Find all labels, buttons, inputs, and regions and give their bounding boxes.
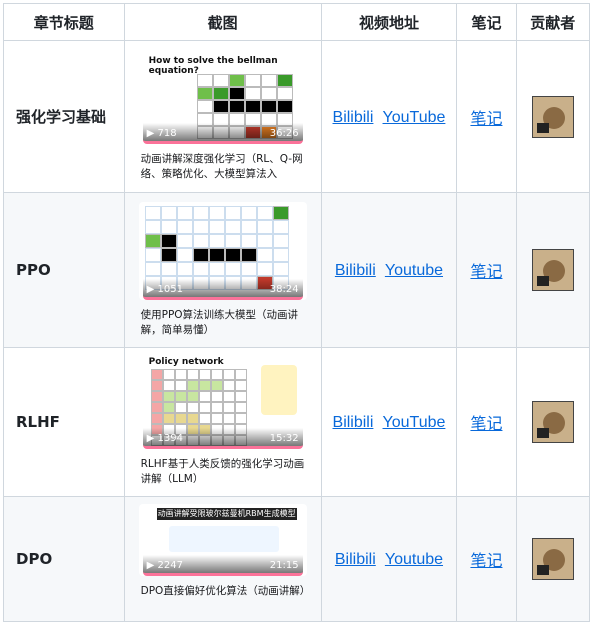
thumbnail-title: How to solve the bellman equation? <box>148 55 278 76</box>
bilibili-link[interactable]: Bilibili <box>333 109 374 126</box>
video-card[interactable]: 动画讲解受限玻尔兹曼机RBM生成模型 ▶ 2247 21:15 DPO直接偏好优… <box>138 504 307 614</box>
video-duration: 21:15 <box>269 560 299 571</box>
contributor-avatar[interactable] <box>531 95 574 138</box>
screenshot-cell: ▶ 1051 38:24 使用PPO算法训练大模型（动画讲解，简单易懂） <box>123 192 322 348</box>
video-caption[interactable]: 动画讲解深度强化学习（RL、Q-网络、策略优化、大模型算法入 <box>139 152 307 182</box>
notes-cell: 笔记 <box>456 496 517 622</box>
table-row: RLHF Policy network ▶ 1394 15:32 RLHF基于人… <box>3 347 591 497</box>
video-links-cell: Bilibili YouTube <box>320 347 458 497</box>
contributor-avatar[interactable] <box>531 249 574 291</box>
contributor-cell <box>515 192 591 348</box>
chapter-title: RLHF <box>3 347 125 497</box>
notes-link[interactable]: 笔记 <box>470 264 502 281</box>
youtube-link[interactable]: YouTube <box>383 414 446 431</box>
thumbnail-title: Policy network <box>148 357 224 367</box>
video-card[interactable]: ▶ 1051 38:24 使用PPO算法训练大模型（动画讲解，简单易懂） <box>138 202 307 338</box>
bilibili-link[interactable]: Bilibili <box>335 551 376 568</box>
contributor-avatar[interactable] <box>531 401 574 443</box>
play-count: ▶ 718 <box>146 127 177 139</box>
video-caption[interactable]: RLHF基于人类反馈的强化学习动画讲解（LLM） <box>139 457 307 487</box>
header-chapter: 章节标题 <box>3 3 125 41</box>
header-video: 视频地址 <box>320 3 458 41</box>
video-thumbnail[interactable]: How to solve the bellman equation? ▶ 718… <box>138 51 307 144</box>
screenshot-cell: How to solve the bellman equation? ▶ 718… <box>123 40 322 193</box>
video-duration: 38:24 <box>269 284 299 295</box>
notes-link[interactable]: 笔记 <box>470 416 502 433</box>
chapter-title: 强化学习基础 <box>3 40 125 193</box>
video-card[interactable]: How to solve the bellman equation? ▶ 718… <box>138 51 307 182</box>
video-thumbnail[interactable]: ▶ 1051 38:24 <box>138 202 307 300</box>
video-duration: 15:32 <box>269 433 299 444</box>
video-links-cell: Bilibili Youtube <box>320 496 458 622</box>
contributor-cell <box>515 40 591 193</box>
screenshot-cell: 动画讲解受限玻尔兹曼机RBM生成模型 ▶ 2247 21:15 DPO直接偏好优… <box>123 496 322 622</box>
notes-link[interactable]: 笔记 <box>470 553 502 570</box>
notes-cell: 笔记 <box>456 347 517 497</box>
play-count: ▶ 2247 <box>146 560 183 571</box>
rlhf-badge-image <box>260 365 297 415</box>
play-count: ▶ 1051 <box>146 284 183 295</box>
contributor-avatar[interactable] <box>531 538 574 580</box>
notes-cell: 笔记 <box>456 40 517 193</box>
contributor-cell <box>515 496 591 622</box>
video-thumbnail[interactable]: 动画讲解受限玻尔兹曼机RBM生成模型 ▶ 2247 21:15 <box>138 504 307 576</box>
gridworld-image <box>144 206 289 290</box>
video-duration: 36:26 <box>269 127 299 139</box>
youtube-link[interactable]: Youtube <box>385 262 443 279</box>
diagram-image <box>168 526 279 552</box>
youtube-link[interactable]: YouTube <box>383 109 446 126</box>
chapter-title: DPO <box>3 496 125 622</box>
header-screenshot: 截图 <box>123 3 322 41</box>
youtube-link[interactable]: Youtube <box>385 551 443 568</box>
table-row: PPO ▶ 1051 38:24 使用PPO算法训练大模型（动画讲解，简单易懂）… <box>3 192 591 348</box>
header-row: 章节标题 截图 视频地址 笔记 贡献者 <box>3 3 591 41</box>
video-links-cell: Bilibili Youtube <box>320 192 458 348</box>
video-thumbnail[interactable]: Policy network ▶ 1394 15:32 <box>138 357 307 449</box>
table-row: 强化学习基础 How to solve the bellman equation… <box>3 40 591 193</box>
table-row: DPO 动画讲解受限玻尔兹曼机RBM生成模型 ▶ 2247 21:15 DPO直… <box>3 496 591 622</box>
contributor-cell <box>515 347 591 497</box>
video-card[interactable]: Policy network ▶ 1394 15:32 RLHF基于人类反馈的强… <box>138 357 307 487</box>
bilibili-link[interactable]: Bilibili <box>335 262 376 279</box>
chapter-title: PPO <box>3 192 125 348</box>
video-caption[interactable]: DPO直接偏好优化算法（动画讲解） <box>139 584 307 614</box>
notes-cell: 笔记 <box>456 192 517 348</box>
notes-link[interactable]: 笔记 <box>470 111 502 128</box>
header-notes: 笔记 <box>456 3 517 41</box>
header-contributor: 贡献者 <box>515 3 591 41</box>
bilibili-link[interactable]: Bilibili <box>333 414 374 431</box>
play-count: ▶ 1394 <box>146 433 183 444</box>
video-caption[interactable]: 使用PPO算法训练大模型（动画讲解，简单易懂） <box>139 308 307 338</box>
thumbnail-banner: 动画讲解受限玻尔兹曼机RBM生成模型 <box>156 508 297 520</box>
video-links-cell: Bilibili YouTube <box>320 40 458 193</box>
screenshot-cell: Policy network ▶ 1394 15:32 RLHF基于人类反馈的强… <box>123 347 322 497</box>
chapter-table: 章节标题 截图 视频地址 笔记 贡献者 强化学习基础 How to solve … <box>3 3 591 622</box>
